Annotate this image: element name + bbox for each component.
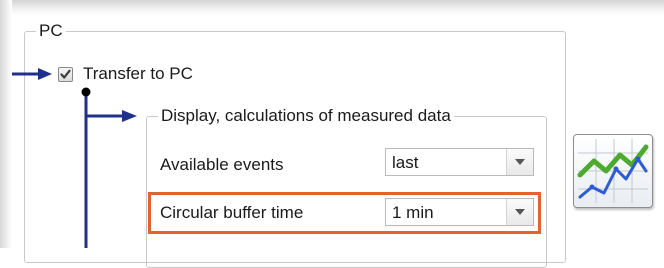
transfer-to-pc-checkbox-row[interactable]: Transfer to PC (58, 63, 238, 85)
transfer-to-pc-checkbox[interactable] (58, 67, 73, 82)
chevron-down-icon (515, 209, 525, 215)
chevron-down-icon (515, 159, 525, 165)
chart-graphic (577, 139, 649, 203)
line-chart-icon[interactable] (573, 134, 653, 208)
transfer-to-pc-label: Transfer to PC (83, 64, 193, 83)
available-events-label: Available events (160, 155, 284, 174)
available-events-dropdown-button[interactable] (506, 149, 533, 175)
checkmark-icon (60, 69, 71, 79)
available-events-value: last (392, 153, 419, 172)
circular-buffer-time-label: Circular buffer time (160, 203, 304, 222)
circular-buffer-time-dropdown-button[interactable] (506, 199, 533, 225)
available-events-dropdown[interactable]: last (385, 148, 534, 176)
circular-buffer-time-value: 1 min (392, 203, 434, 222)
circular-buffer-time-dropdown[interactable]: 1 min (385, 198, 534, 226)
